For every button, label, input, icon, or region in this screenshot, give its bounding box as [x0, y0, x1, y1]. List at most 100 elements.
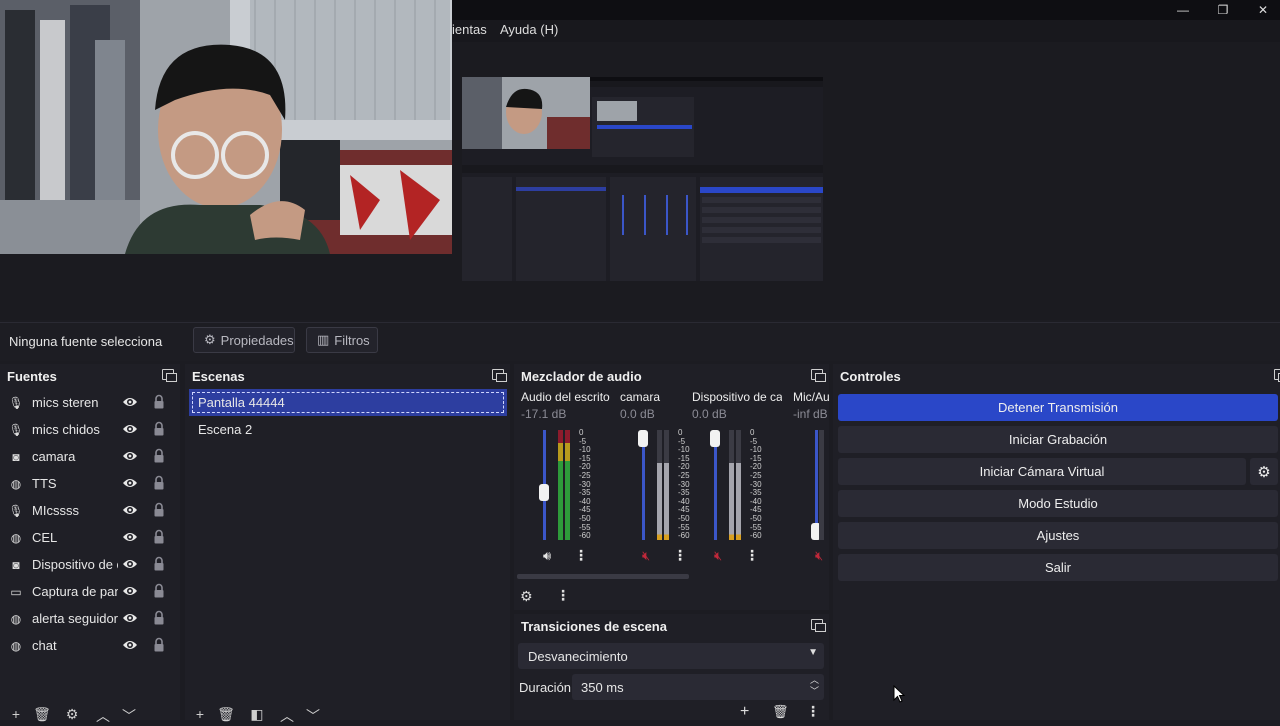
eye-visibility-icon[interactable] — [122, 449, 138, 463]
source-item[interactable]: ◍ alerta seguidor — [0, 605, 180, 632]
stepper-arrows-icon[interactable]: ︿ ﹀ — [810, 675, 819, 697]
source-label: chat — [32, 638, 57, 653]
globe-icon: ◍ — [10, 638, 22, 653]
eye-visibility-icon[interactable] — [122, 476, 138, 490]
lock-icon[interactable] — [152, 421, 166, 437]
lock-icon[interactable] — [152, 556, 166, 572]
move-down-icon[interactable]: ﹀ — [119, 706, 139, 724]
scene-item[interactable]: Escena 2 — [189, 416, 507, 443]
eye-visibility-icon[interactable] — [122, 395, 138, 409]
eye-visibility-icon[interactable] — [122, 422, 138, 436]
duration-value: 350 ms — [581, 679, 624, 695]
scene-up-icon[interactable]: ︿ — [277, 706, 297, 724]
eye-visibility-icon[interactable] — [122, 611, 138, 625]
dock-float-icon[interactable] — [162, 369, 177, 382]
microphone-icon: 🎙︎ — [8, 395, 24, 410]
mixer-scrollbar[interactable] — [517, 574, 689, 579]
scenes-dock: Escenas Pantalla 44444 Escena 2 — [185, 364, 510, 720]
eye-visibility-icon[interactable] — [122, 530, 138, 544]
eye-visibility-icon[interactable] — [122, 584, 138, 598]
dock-float-icon[interactable] — [811, 369, 826, 382]
camera-icon: ◙ — [12, 557, 20, 572]
source-item[interactable]: ◍ CEL — [0, 524, 180, 551]
source-label: CEL — [32, 530, 58, 545]
lock-icon[interactable] — [152, 448, 166, 464]
scene-down-icon[interactable]: ﹀ — [303, 706, 323, 724]
mixer-settings-icon[interactable]: ⚙ — [520, 588, 540, 606]
dock-float-icon[interactable] — [1274, 369, 1280, 382]
camera-icon: ◙ — [12, 449, 20, 464]
sources-title: Fuentes — [7, 368, 57, 384]
source-label: Captura de pant — [32, 584, 118, 599]
transitions-title: Transiciones de escena — [521, 618, 667, 634]
sources-dock: Fuentes 🎙︎ mics steren 🎙︎ mics chidos ◙ camar… — [0, 364, 180, 720]
maximize-button[interactable]: ❐ — [1203, 0, 1243, 20]
lock-icon[interactable] — [152, 610, 166, 626]
menu-help[interactable]: Ayuda (H) — [500, 22, 558, 37]
lock-icon[interactable] — [152, 529, 166, 545]
source-item[interactable]: 🎙︎ MIcssss — [0, 497, 180, 524]
source-settings-icon[interactable]: ⚙ — [62, 706, 82, 722]
minimize-button[interactable]: — — [1163, 0, 1203, 20]
source-item[interactable]: ◍ TTS — [0, 470, 180, 497]
globe-icon: ◍ — [10, 476, 22, 491]
source-label: camara — [32, 449, 76, 464]
no-source-selected-label: Ninguna fuente selecciona — [9, 334, 163, 349]
dock-float-icon[interactable] — [811, 619, 826, 632]
settings-button[interactable]: Ajustes — [838, 522, 1278, 549]
source-label: mics steren — [32, 395, 99, 410]
sources-list: 🎙︎ mics steren 🎙︎ mics chidos ◙ camara ◍ TTS 🎙︎ M… — [0, 389, 180, 659]
controls-title: Controles — [840, 368, 901, 384]
remove-transition-icon[interactable]: 🗑 — [772, 704, 792, 720]
lock-icon[interactable] — [152, 475, 166, 491]
microphone-icon: 🎙︎ — [8, 503, 24, 518]
transition-select[interactable]: Desvanecimiento ▼ — [518, 643, 824, 669]
duration-spinbox[interactable]: 350 ms ︿ ﹀ — [572, 674, 824, 700]
properties-button[interactable]: ⚙ Propiedades — [193, 327, 295, 353]
source-item[interactable]: ▭ Captura de pant — [0, 578, 180, 605]
scene-label: Escena 2 — [198, 422, 253, 437]
transition-menu-icon[interactable]: ⋮ — [806, 703, 820, 720]
lock-icon[interactable] — [152, 502, 166, 518]
add-transition-icon[interactable]: + — [740, 703, 760, 721]
mouse-cursor-icon — [893, 685, 905, 703]
add-scene-icon[interactable]: + — [190, 706, 210, 722]
scenes-title: Escenas — [192, 368, 245, 384]
eye-visibility-icon[interactable] — [122, 557, 138, 571]
source-item[interactable]: ◍ chat — [0, 632, 180, 659]
exit-button[interactable]: Salir — [838, 554, 1278, 581]
dock-float-icon[interactable] — [492, 369, 507, 382]
microphone-icon: 🎙︎ — [8, 422, 24, 437]
filter-icon: ▥ — [317, 332, 330, 347]
add-source-icon[interactable]: + — [6, 706, 26, 722]
lock-icon[interactable] — [152, 637, 166, 653]
eye-visibility-icon[interactable] — [122, 638, 138, 652]
mixer-menu-icon[interactable]: ⋮ — [556, 587, 570, 605]
source-label: Dispositivo de c — [32, 557, 118, 572]
source-item[interactable]: 🎙︎ mics chidos — [0, 416, 180, 443]
stop-streaming-button[interactable]: Detener Transmisión — [838, 394, 1278, 421]
filters-button[interactable]: ▥ Filtros — [306, 327, 378, 353]
lock-icon[interactable] — [152, 394, 166, 410]
source-item[interactable]: 🎙︎ mics steren — [0, 389, 180, 416]
properties-label: Propiedades — [220, 332, 294, 348]
close-button[interactable]: ✕ — [1243, 0, 1280, 20]
virtual-camera-settings-icon[interactable]: ⚙ — [1250, 458, 1278, 485]
source-item[interactable]: ◙ camara — [0, 443, 180, 470]
source-label: alerta seguidor — [32, 611, 118, 626]
scene-item[interactable]: Pantalla 44444 — [189, 389, 507, 416]
source-item[interactable]: ◙ Dispositivo de c — [0, 551, 180, 578]
scene-filter-icon[interactable]: ◧ — [247, 706, 267, 722]
lock-icon[interactable] — [152, 583, 166, 599]
studio-mode-button[interactable]: Modo Estudio — [838, 490, 1278, 517]
eye-visibility-icon[interactable] — [122, 503, 138, 517]
start-recording-button[interactable]: Iniciar Grabación — [838, 426, 1278, 453]
menu-tools[interactable]: ientas — [452, 22, 487, 37]
webcam-video — [0, 0, 452, 254]
start-virtual-camera-button[interactable]: Iniciar Cámara Virtual — [838, 458, 1246, 485]
preview-nested-screen — [462, 77, 823, 281]
remove-source-icon[interactable]: 🗑 — [32, 706, 52, 722]
remove-scene-icon[interactable]: 🗑 — [216, 706, 236, 722]
move-up-icon[interactable]: ︿ — [93, 706, 113, 724]
source-label: mics chidos — [32, 422, 100, 437]
